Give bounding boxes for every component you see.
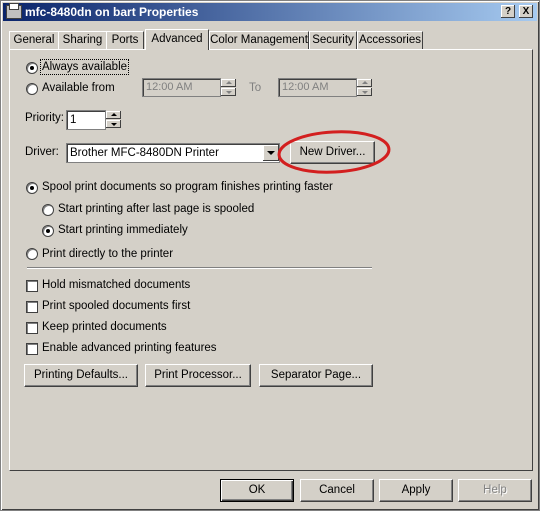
spooled-first-label[interactable]: Print spooled documents first [42,300,190,312]
to-time-field[interactable]: 12:00 AM [278,78,357,97]
window-title: mfc-8480dn on bart Properties [25,5,199,19]
print-processor-button[interactable]: Print Processor... [145,364,251,387]
always-available-label[interactable]: Always available [39,59,130,75]
tab-ports[interactable]: Ports [106,31,144,49]
spool-radio[interactable] [26,182,38,194]
spin-up-icon[interactable] [221,79,236,87]
print-directly-radio[interactable] [26,248,38,260]
to-time-spinner[interactable] [357,79,372,96]
spin-down-icon[interactable] [221,88,236,96]
to-label: To [249,82,262,94]
spool-label[interactable]: Spool print documents so program finishe… [42,181,333,193]
driver-label: Driver: [25,146,59,158]
spin-down-icon[interactable] [106,120,121,128]
tab-sharing[interactable]: Sharing [58,31,107,49]
help-title-button[interactable]: ? [501,5,515,18]
tab-security[interactable]: Security [309,31,357,49]
keep-printed-checkbox[interactable] [26,322,38,334]
advanced-features-label[interactable]: Enable advanced printing features [42,342,217,354]
always-available-radio[interactable] [26,62,38,74]
spin-up-icon[interactable] [106,111,121,119]
separator-page-button[interactable]: Separator Page... [259,364,373,387]
close-button[interactable]: X [519,5,533,18]
tab-general[interactable]: General [9,31,59,49]
advanced-features-checkbox[interactable] [26,343,38,355]
available-from-label[interactable]: Available from [42,82,115,94]
help-button[interactable]: Help [458,479,532,502]
print-directly-label[interactable]: Print directly to the printer [42,248,173,260]
printer-icon [6,3,22,19]
spin-down-icon[interactable] [357,88,372,96]
spin-up-icon[interactable] [357,79,372,87]
tab-accessories[interactable]: Accessories [357,31,423,49]
tab-advanced[interactable]: Advanced [145,29,209,50]
priority-input[interactable]: 1 [66,110,106,130]
start-after-last-page-label[interactable]: Start printing after last page is spoole… [58,203,254,215]
from-time-spinner[interactable] [221,79,236,96]
from-time-field[interactable]: 12:00 AM [142,78,221,97]
title-bar[interactable]: mfc-8480dn on bart Properties ? X [3,3,537,21]
cancel-button[interactable]: Cancel [300,479,374,502]
printer-properties-dialog: mfc-8480dn on bart Properties ? X Genera… [0,0,540,511]
start-immediately-radio[interactable] [42,225,54,237]
available-from-radio[interactable] [26,83,38,95]
tab-color-management[interactable]: Color Management [209,31,309,49]
start-after-last-page-radio[interactable] [42,204,54,216]
spooled-first-checkbox[interactable] [26,301,38,313]
printing-defaults-button[interactable]: Printing Defaults... [24,364,138,387]
priority-spinner[interactable] [106,111,121,128]
keep-printed-label[interactable]: Keep printed documents [42,321,167,333]
apply-button[interactable]: Apply [379,479,453,502]
driver-select[interactable]: Brother MFC-8480DN Printer [66,143,280,163]
hold-mismatched-checkbox[interactable] [26,280,38,292]
hold-mismatched-label[interactable]: Hold mismatched documents [42,279,190,291]
priority-label: Priority: [25,112,64,124]
ok-button[interactable]: OK [220,479,294,502]
annotation-circle [277,130,391,174]
start-immediately-label[interactable]: Start printing immediately [58,224,188,236]
section-divider [27,267,372,269]
